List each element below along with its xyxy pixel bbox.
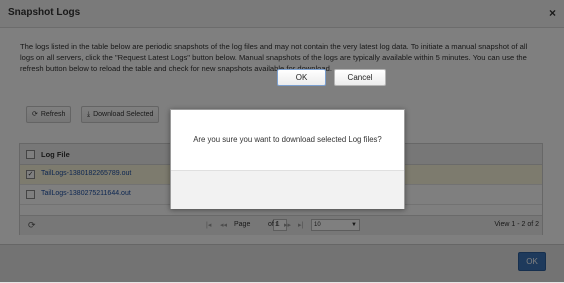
- dialog-ok-button[interactable]: OK: [277, 69, 326, 86]
- dialog-footer: [171, 170, 404, 209]
- confirm-dialog: Are you sure you want to download select…: [170, 109, 405, 209]
- dialog-message: Are you sure you want to download select…: [193, 135, 382, 144]
- dialog-cancel-button[interactable]: Cancel: [334, 69, 386, 86]
